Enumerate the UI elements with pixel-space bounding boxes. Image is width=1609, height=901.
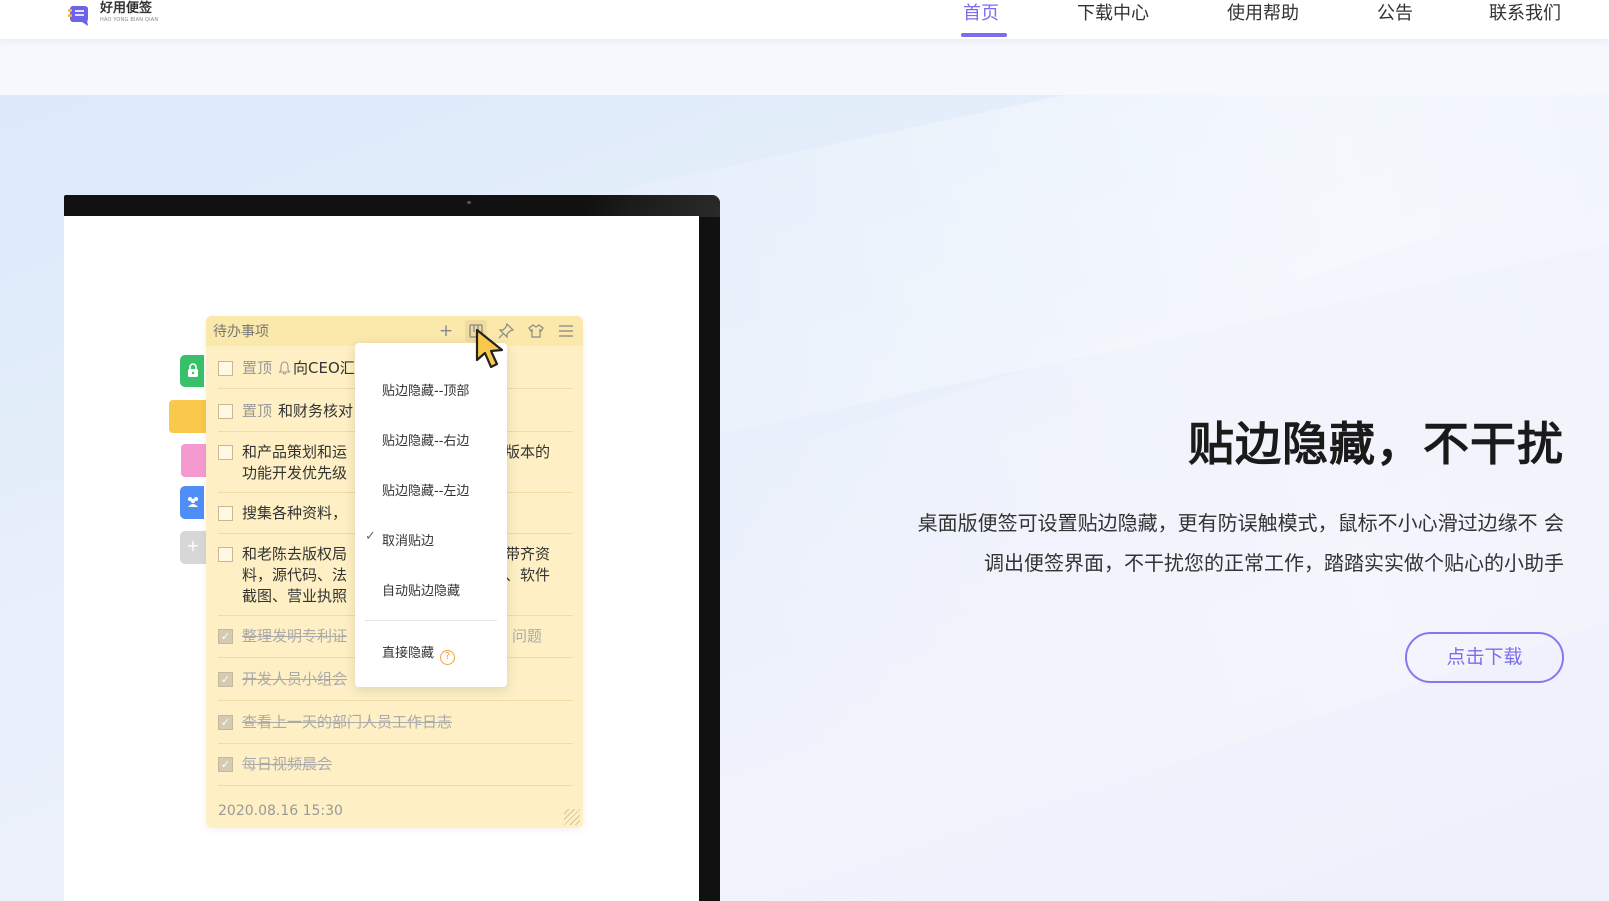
task-text: 和产品策划和运 (242, 443, 348, 461)
side-tab-team[interactable] (180, 486, 204, 519)
task-checkbox[interactable] (218, 404, 233, 419)
side-tab-locked[interactable] (180, 355, 204, 387)
pin-label: 置顶 (242, 359, 273, 377)
nav-download-center[interactable]: 下载中心 (1077, 2, 1149, 26)
note-header: 待办事项 + (206, 316, 583, 346)
menu-item-dock-left[interactable]: 贴边隐藏--左边 (382, 480, 469, 499)
task-checkbox[interactable] (218, 506, 233, 521)
header-band (0, 39, 1609, 95)
menu-item-dock-top[interactable]: 贴边隐藏--顶部 (382, 380, 469, 399)
task-checkbox-checked[interactable]: ✓ (218, 629, 233, 644)
hero-description: 桌面版便签可设置贴边隐藏，更有防误触模式，鼠标不小心滑过边缘不 会 调出便签界面… (824, 503, 1564, 583)
resize-grip-icon[interactable] (564, 809, 580, 825)
task-text-right: 问题 (511, 627, 542, 645)
task-text-right: 带齐资 (504, 545, 550, 563)
task-text: 开发人员小组会 (242, 670, 348, 688)
shirt-icon[interactable] (525, 320, 547, 342)
nav-announcements[interactable]: 公告 (1377, 2, 1413, 26)
menu-item-undock[interactable]: 取消贴边 (382, 530, 434, 549)
task-checkbox-checked[interactable]: ✓ (218, 715, 233, 730)
task-text: 和财务核对 (278, 402, 354, 420)
nav-active-indicator (961, 33, 1007, 37)
task-checkbox[interactable] (218, 445, 233, 460)
task-divider (218, 785, 573, 786)
plus-icon[interactable]: + (435, 320, 457, 342)
monitor-sheen (590, 195, 720, 217)
task-checkbox-checked[interactable]: ✓ (218, 757, 233, 772)
check-icon: ✓ (365, 529, 376, 544)
task-checkbox[interactable] (218, 547, 233, 562)
help-icon[interactable]: ? (440, 650, 456, 665)
menu-item-hide[interactable]: 直接隐藏? (382, 642, 456, 665)
task-divider (218, 743, 573, 744)
pin-label: 置顶 (242, 402, 273, 420)
monitor-camera (467, 201, 471, 204)
side-tab-pink[interactable] (181, 444, 207, 477)
task-divider (218, 700, 573, 701)
side-tab-yellow[interactable] (169, 400, 207, 433)
team-icon (188, 497, 198, 507)
task-text: 搜集各种资料， (242, 504, 348, 522)
task-checkbox-checked[interactable]: ✓ (218, 672, 233, 687)
note-timestamp: 2020.08.16 15:30 (218, 803, 343, 819)
plus-icon: + (186, 536, 200, 555)
download-button[interactable]: 点击下载 (1405, 632, 1564, 683)
menu-item-hide-label: 直接隐藏 (382, 646, 435, 661)
lock-icon (188, 363, 198, 377)
hero-description-line1: 桌面版便签可设置贴边隐藏，更有防误触模式，鼠标不小心滑过边缘不 会 (917, 511, 1564, 535)
hero-headline: 贴边隐藏，不干扰 (1188, 417, 1564, 471)
site-header: 好用便签 HAO YONG BIAN QIAN 首页 下载中心 使用帮助 公告 … (0, 0, 1609, 39)
note-title: 待办事项 (213, 324, 269, 340)
nav-contact[interactable]: 联系我们 (1489, 2, 1561, 26)
menu-icon[interactable] (555, 320, 577, 342)
menu-item-dock-right[interactable]: 贴边隐藏--右边 (382, 430, 469, 449)
main-nav: 首页 下载中心 使用帮助 公告 联系我们 (0, 0, 1609, 39)
nav-home[interactable]: 首页 (963, 2, 999, 26)
nav-help[interactable]: 使用帮助 (1227, 2, 1299, 26)
hero-description-line2: 调出便签界面，不干扰您的正常工作，踏踏实实做个贴心的小助手 (984, 551, 1564, 575)
dock-menu: 贴边隐藏--顶部 贴边隐藏--右边 贴边隐藏--左边 ✓ 取消贴边 自动贴边隐藏… (355, 343, 507, 687)
side-tab-add[interactable]: + (180, 531, 206, 564)
task-text: 整理发明专利证 (242, 627, 348, 645)
menu-separator (365, 620, 497, 621)
task-text-line2: 料，源代码、法 (242, 566, 348, 584)
task-checkbox[interactable] (218, 361, 233, 376)
task-text: 查看上一天的部门人员工作日志 (242, 713, 453, 731)
task-text: 每日视频晨会 (242, 755, 333, 773)
task-text: 向CEO汇 (293, 359, 355, 377)
task-text-line3: 截图、营业执照 (242, 587, 348, 605)
bell-icon (278, 361, 291, 375)
mouse-cursor-icon (475, 328, 504, 369)
task-text-line2: 功能开发优先级 (242, 464, 348, 482)
menu-item-auto-dock[interactable]: 自动贴边隐藏 (382, 580, 460, 599)
task-text: 和老陈去版权局 (242, 545, 348, 563)
